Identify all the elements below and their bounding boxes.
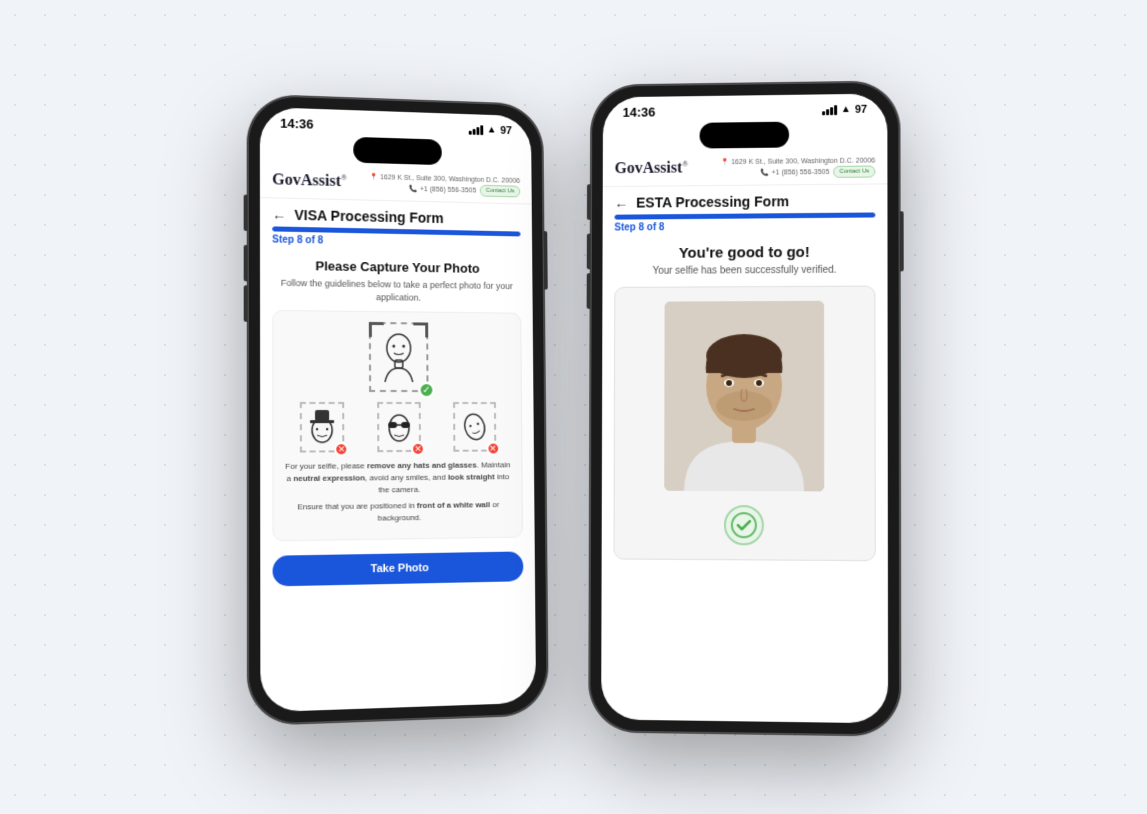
right-phone: 14:36 ▲ 97 GovAssis (589, 81, 900, 735)
verified-check-icon (723, 505, 763, 545)
tilt-face-icon (458, 408, 489, 446)
right-time: 14:36 (622, 105, 655, 120)
phones-container: 14:36 ▲ 97 GovAssis (249, 82, 899, 732)
left-phone: 14:36 ▲ 97 GovAssis (247, 95, 547, 726)
right-success-heading: You're good to go! (614, 243, 875, 262)
signal-bars-icon (468, 124, 483, 134)
right-dynamic-island (699, 122, 789, 149)
hat-face-icon (306, 408, 338, 446)
right-location-icon: 📍 (720, 158, 729, 166)
right-phone-row: 📞 +1 (856) 556-3505 Contact Us (760, 166, 874, 179)
left-photo-guidelines: ✓ (272, 310, 523, 541)
left-time: 14:36 (280, 116, 313, 132)
left-status-icons: ▲ 97 (468, 123, 511, 136)
bad-x-icon-tilt: ✕ (486, 442, 500, 456)
good-face-icon (379, 332, 417, 382)
take-photo-button[interactable]: Take Photo (272, 552, 523, 587)
bad-face-tilt: ✕ (452, 402, 495, 452)
right-address: 📍 1629 K St., Suite 300, Washington D.C.… (720, 157, 875, 167)
left-brand-logo: GovAssist® (272, 172, 347, 192)
right-signal-bars-icon (821, 105, 836, 115)
right-status-icons: ▲ 97 (821, 103, 866, 116)
right-contact-button[interactable]: Contact Us (833, 166, 875, 178)
right-app-header: GovAssist® 📍 1629 K St., Suite 300, Wash… (602, 150, 887, 187)
good-example: ✓ (283, 321, 511, 392)
right-phone-number: 📞 +1 (856) 556-3505 (760, 168, 828, 177)
wifi-icon: ▲ (486, 125, 496, 136)
battery-label: 97 (500, 124, 512, 136)
sunglasses-face-icon (383, 408, 415, 446)
left-photo-subtext: Follow the guidelines below to take a pe… (272, 277, 521, 305)
right-wifi-icon: ▲ (840, 104, 850, 115)
left-phone-number: 📞 +1 (856) 556-3505 (409, 185, 476, 195)
left-photo-heading: Please Capture Your Photo (272, 258, 521, 277)
man-portrait-svg (664, 301, 824, 492)
left-form-body: Please Capture Your Photo Follow the gui… (259, 249, 535, 712)
left-back-arrow[interactable]: ← (272, 206, 286, 222)
bad-bracket-tilt: ✕ (452, 402, 495, 452)
left-form-title: VISA Processing Form (294, 207, 443, 226)
left-dynamic-island (353, 137, 442, 165)
bad-bracket-hat: ✕ (300, 402, 345, 453)
bad-examples: ✕ (283, 402, 511, 453)
left-phone-row: 📞 +1 (856) 556-3505 Contact Us (409, 183, 520, 198)
left-header-contact: 📍 1629 K St., Suite 300, Washington D.C.… (369, 173, 520, 198)
left-status-bar: 14:36 ▲ 97 (259, 107, 530, 143)
right-header-contact: 📍 1629 K St., Suite 300, Washington D.C.… (720, 157, 875, 180)
left-phone-screen: 14:36 ▲ 97 GovAssis (259, 107, 535, 712)
good-face-frame: ✓ (368, 322, 428, 392)
bad-x-icon-sunglasses: ✕ (411, 442, 425, 456)
right-battery-label: 97 (854, 103, 866, 115)
right-form-body: You're good to go! Your selfie has been … (601, 235, 888, 723)
bad-face-sunglasses: ✕ (377, 402, 421, 452)
right-brand-logo: GovAssist® (614, 160, 688, 179)
left-contact-button[interactable]: Contact Us (480, 185, 520, 198)
left-form-content: ← VISA Processing Form Step 8 of 8 Pleas… (259, 198, 535, 712)
right-success-subtext: Your selfie has been successfully verifi… (614, 265, 875, 278)
left-guideline-text2: Ensure that you are positioned in front … (283, 499, 512, 526)
left-guideline-text1: For your selfie, please remove any hats … (283, 460, 511, 498)
right-status-bar: 14:36 ▲ 97 (602, 94, 886, 124)
right-form-title: ESTA Processing Form (636, 193, 789, 210)
good-check-icon: ✓ (418, 382, 434, 398)
selfie-container (613, 286, 875, 562)
right-progress-container: Step 8 of 8 (602, 212, 887, 237)
right-back-arrow[interactable]: ← (614, 195, 628, 211)
right-phone-screen: 14:36 ▲ 97 GovAssis (601, 94, 888, 724)
right-form-content: ← ESTA Processing Form Step 8 of 8 You'r… (601, 184, 888, 723)
bad-x-icon-hat: ✕ (334, 442, 348, 456)
check-svg (729, 511, 757, 539)
location-icon: 📍 (369, 173, 378, 181)
bad-face-hat: ✕ (300, 402, 345, 453)
bad-bracket-sunglasses: ✕ (377, 402, 421, 452)
right-form-nav: ← ESTA Processing Form (602, 184, 887, 214)
selfie-photo (664, 301, 824, 492)
right-step-label: Step 8 of 8 (614, 217, 875, 233)
